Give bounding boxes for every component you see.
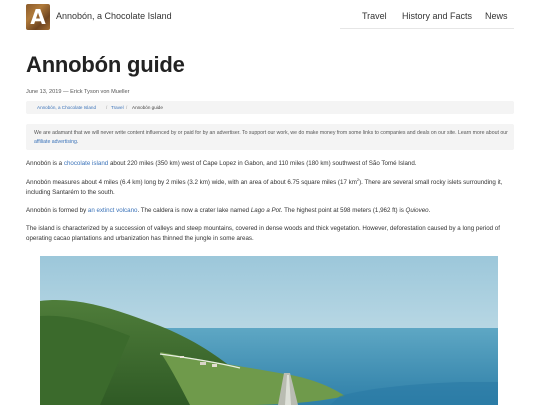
paragraph-terrain: The island is characterized by a success…	[26, 225, 500, 242]
paragraph-size: Annobón measures about 4 miles (6.4 km) …	[26, 177, 514, 198]
paragraph-intro: Annobón is a chocolate island about 220 …	[26, 159, 514, 169]
text: Annobón is formed by	[26, 207, 88, 214]
site-logo[interactable]: A	[26, 4, 50, 30]
logo-letter: A	[30, 5, 46, 29]
text: . The highest point at 598 meters (1,962…	[280, 207, 406, 214]
nav-travel[interactable]: Travel	[362, 11, 387, 21]
island-aerial-photo	[40, 256, 498, 405]
header-divider	[340, 28, 514, 29]
nav-news[interactable]: News	[485, 11, 508, 21]
text: .	[428, 207, 431, 214]
extinct-volcano-link[interactable]: an extinct volcano	[88, 207, 138, 214]
peak-name: Quioveo	[405, 207, 429, 214]
building	[180, 356, 184, 358]
building	[212, 364, 217, 367]
notice-end: .	[76, 138, 79, 145]
site-title[interactable]: Annobón, a Chocolate Island	[56, 11, 172, 21]
chocolate-island-link[interactable]: chocolate island	[64, 160, 108, 167]
breadcrumb-travel[interactable]: Travel	[111, 105, 124, 110]
nav-history-and-facts[interactable]: History and Facts	[402, 11, 472, 21]
breadcrumb-separator: /	[106, 105, 108, 110]
text: . The caldera is now a crater lake named	[137, 207, 251, 214]
page-title: Annobón guide	[26, 52, 185, 77]
breadcrumb: Annobón, a Chocolate Island / Travel / A…	[26, 101, 514, 114]
site-header: A Annobón, a Chocolate Island Travel His…	[0, 0, 540, 34]
affiliate-notice-text: We are adamant that we will never write …	[34, 129, 508, 146]
paragraph-volcano: Annobón is formed by an extinct volcano.…	[26, 206, 514, 216]
affiliate-advertising-link[interactable]: affiliate advertising	[34, 139, 77, 145]
aerial-photo-illustration	[40, 256, 498, 405]
affiliate-notice: We are adamant that we will never write …	[26, 124, 514, 150]
text: about 220 miles (350 km) west of Cape Lo…	[108, 160, 417, 167]
lake-name: Lago a Pot	[250, 207, 281, 214]
text: Annobón is a	[26, 160, 64, 167]
notice-body: We are adamant that we will never write …	[34, 130, 508, 136]
text: Annobón measures about 4 miles (6.4 km) …	[26, 179, 357, 186]
breadcrumb-current: Annobón guide	[132, 105, 163, 110]
byline: June 13, 2019 — Erick Tyson von Mueller	[26, 89, 130, 95]
breadcrumb-separator: /	[126, 105, 128, 110]
building	[200, 362, 206, 365]
breadcrumb-home[interactable]: Annobón, a Chocolate Island	[37, 105, 96, 110]
